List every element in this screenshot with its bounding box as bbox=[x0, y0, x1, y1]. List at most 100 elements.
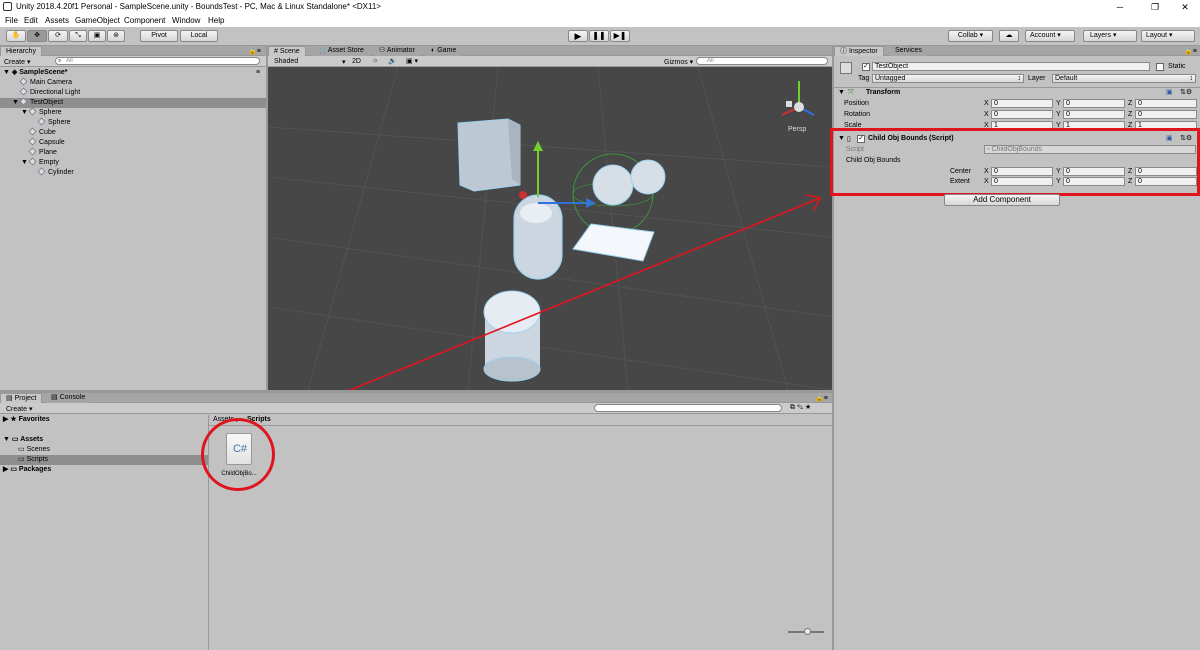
hierarchy-item[interactable]: Directional Light bbox=[0, 87, 266, 98]
active-checkbox[interactable]: ✓ bbox=[862, 63, 870, 71]
close-button[interactable]: ✕ bbox=[1170, 0, 1200, 14]
tree-scenes[interactable]: ▭ Scenes bbox=[0, 445, 208, 455]
tab-hierarchy[interactable]: Hierarchy bbox=[0, 46, 42, 56]
vector-x-input[interactable]: 0 bbox=[991, 99, 1053, 108]
tag-dropdown[interactable]: Untagged ↕ bbox=[872, 74, 1024, 83]
hierarchy-create-button[interactable]: Create ▾ bbox=[4, 58, 30, 66]
component-help-icon[interactable]: ▣ bbox=[1166, 134, 1173, 142]
play-button[interactable]: ▶ bbox=[568, 30, 588, 42]
hierarchy-item[interactable]: Cube bbox=[0, 127, 266, 138]
tab-console[interactable]: ▤ Console bbox=[46, 393, 91, 403]
vector-z-input[interactable]: 0 bbox=[1135, 177, 1197, 186]
static-checkbox[interactable] bbox=[1156, 63, 1164, 71]
gizmos-dropdown[interactable]: Gizmos ▾ bbox=[664, 58, 693, 66]
cube-object[interactable] bbox=[457, 118, 521, 192]
plane-object[interactable] bbox=[572, 223, 655, 262]
hierarchy-item[interactable]: ▼ Sphere bbox=[0, 107, 266, 118]
scene-search-input[interactable]: All bbox=[696, 57, 828, 65]
foldout-arrow-icon[interactable]: ▼ bbox=[12, 98, 20, 108]
hierarchy-item[interactable]: ▼ TestObject bbox=[0, 97, 266, 108]
shading-dropdown[interactable]: Shaded ▾ bbox=[274, 58, 346, 66]
menu-help[interactable]: Help bbox=[208, 16, 224, 25]
layout-button[interactable]: Layout ▾ bbox=[1141, 30, 1195, 42]
tab-inspector[interactable]: ⓘ Inspector bbox=[834, 46, 884, 56]
scene-viewport[interactable] bbox=[268, 67, 832, 390]
layers-button[interactable]: Layers ▾ bbox=[1083, 30, 1137, 42]
panel-menu-icon[interactable]: 🔒≡ bbox=[815, 394, 828, 402]
rotate-tool-icon[interactable]: ⟳ bbox=[48, 30, 68, 42]
audio-icon[interactable]: 🔊 bbox=[388, 57, 397, 65]
tree-assets[interactable]: ▼ ▭ Assets bbox=[0, 435, 208, 445]
vector-y-input[interactable]: 0 bbox=[1063, 177, 1125, 186]
component-settings-icon[interactable]: ⇅⚙ bbox=[1180, 134, 1192, 142]
vector-x-input[interactable]: 0 bbox=[991, 110, 1053, 119]
hierarchy-item[interactable]: Capsule bbox=[0, 137, 266, 148]
transform-tool-icon[interactable]: ⊛ bbox=[107, 30, 125, 42]
scene-menu-icon[interactable]: ≡ bbox=[256, 68, 260, 78]
menu-gameobject[interactable]: GameObject bbox=[75, 16, 120, 25]
hierarchy-search-input[interactable]: All bbox=[55, 57, 260, 65]
tab-game[interactable]: ◐ Game bbox=[426, 46, 462, 56]
foldout-arrow-icon[interactable]: ▼ bbox=[838, 135, 845, 142]
tree-scripts[interactable]: ▭ Scripts bbox=[0, 455, 208, 465]
vector-y-input[interactable]: 0 bbox=[1063, 99, 1125, 108]
scale-tool-icon[interactable]: ⤡ bbox=[69, 30, 87, 42]
add-component-button[interactable]: Add Component bbox=[944, 194, 1060, 206]
icon-size-slider[interactable] bbox=[788, 628, 824, 635]
menu-edit[interactable]: Edit bbox=[24, 16, 38, 25]
local-button[interactable]: Local bbox=[180, 30, 218, 42]
project-search-input[interactable] bbox=[594, 404, 782, 412]
component-help-icon[interactable]: ▣ bbox=[1166, 88, 1173, 96]
foldout-arrow-icon[interactable]: ▼ bbox=[21, 158, 29, 168]
restore-button[interactable]: ❐ bbox=[1140, 0, 1170, 14]
vector-z-input[interactable]: 0 bbox=[1135, 99, 1197, 108]
component-enabled-checkbox[interactable]: ✓ bbox=[857, 135, 865, 143]
vector-y-input[interactable]: 0 bbox=[1063, 167, 1125, 176]
tab-animator[interactable]: ⚇ Animator bbox=[374, 46, 420, 56]
vector-z-input[interactable]: 0 bbox=[1135, 167, 1197, 176]
pivot-button[interactable]: Pivot bbox=[140, 30, 178, 42]
account-button[interactable]: Account ▾ bbox=[1025, 30, 1075, 42]
tab-services[interactable]: Services bbox=[890, 46, 927, 56]
menu-assets[interactable]: Assets bbox=[45, 16, 69, 25]
minimize-button[interactable]: ─ bbox=[1105, 0, 1135, 14]
rect-tool-icon[interactable]: ▣ bbox=[88, 30, 106, 42]
panel-menu-icon[interactable]: 🔒≡ bbox=[1184, 47, 1197, 55]
filter-icons[interactable]: ⧉ ✎ ★ bbox=[790, 404, 811, 412]
transform-header[interactable]: ▼ ⤧ Transform ▣ ⇅⚙ bbox=[834, 87, 1200, 98]
foldout-arrow-icon[interactable]: ▼ bbox=[21, 108, 29, 118]
hierarchy-item[interactable]: Main Camera bbox=[0, 77, 266, 88]
project-create-button[interactable]: Create ▾ bbox=[6, 405, 32, 413]
menu-file[interactable]: File bbox=[5, 16, 18, 25]
vector-z-input[interactable]: 0 bbox=[1135, 110, 1197, 119]
lighting-icon[interactable]: ☼ bbox=[372, 57, 378, 64]
hierarchy-item[interactable]: Cylinder bbox=[0, 167, 266, 178]
scene-root-row[interactable]: ▼ ◈ SampleScene* ≡ bbox=[0, 68, 266, 78]
tab-project[interactable]: ▤ Project bbox=[0, 393, 43, 403]
tab-asset-store[interactable]: 🛒Asset Store bbox=[314, 46, 369, 56]
menu-component[interactable]: Component bbox=[124, 16, 165, 25]
tab-scene[interactable]: # Scene bbox=[268, 46, 306, 56]
menu-window[interactable]: Window bbox=[172, 16, 200, 25]
hierarchy-item[interactable]: ▼ Empty bbox=[0, 157, 266, 168]
vector-x-input[interactable]: 0 bbox=[991, 167, 1053, 176]
pause-button[interactable]: ❚❚ bbox=[589, 30, 609, 42]
hand-tool-icon[interactable]: ✋ bbox=[6, 30, 26, 42]
component-settings-icon[interactable]: ⇅⚙ bbox=[1180, 88, 1192, 96]
image-effects-icon[interactable]: ▣ ▾ bbox=[406, 57, 418, 65]
capsule-object[interactable] bbox=[513, 191, 563, 280]
hierarchy-item[interactable]: Sphere bbox=[0, 117, 266, 128]
sphere-objects[interactable] bbox=[572, 153, 666, 235]
persp-label[interactable]: Persp bbox=[788, 126, 806, 133]
step-button[interactable]: ▶❚ bbox=[610, 30, 630, 42]
slider-thumb[interactable] bbox=[804, 628, 811, 635]
cylinder-object[interactable] bbox=[483, 290, 541, 382]
layer-dropdown[interactable]: Default ↕ bbox=[1052, 74, 1196, 83]
vector-y-input[interactable]: 0 bbox=[1063, 110, 1125, 119]
panel-menu-icon[interactable]: 🔒≡ bbox=[248, 47, 261, 55]
orientation-gizmo-icon[interactable] bbox=[781, 81, 815, 116]
foldout-arrow-icon[interactable]: ▼ bbox=[838, 89, 845, 96]
vector-x-input[interactable]: 0 bbox=[991, 177, 1053, 186]
mode-2d-button[interactable]: 2D bbox=[352, 58, 361, 65]
tree-packages[interactable]: ▶ ▭ Packages bbox=[0, 465, 208, 475]
